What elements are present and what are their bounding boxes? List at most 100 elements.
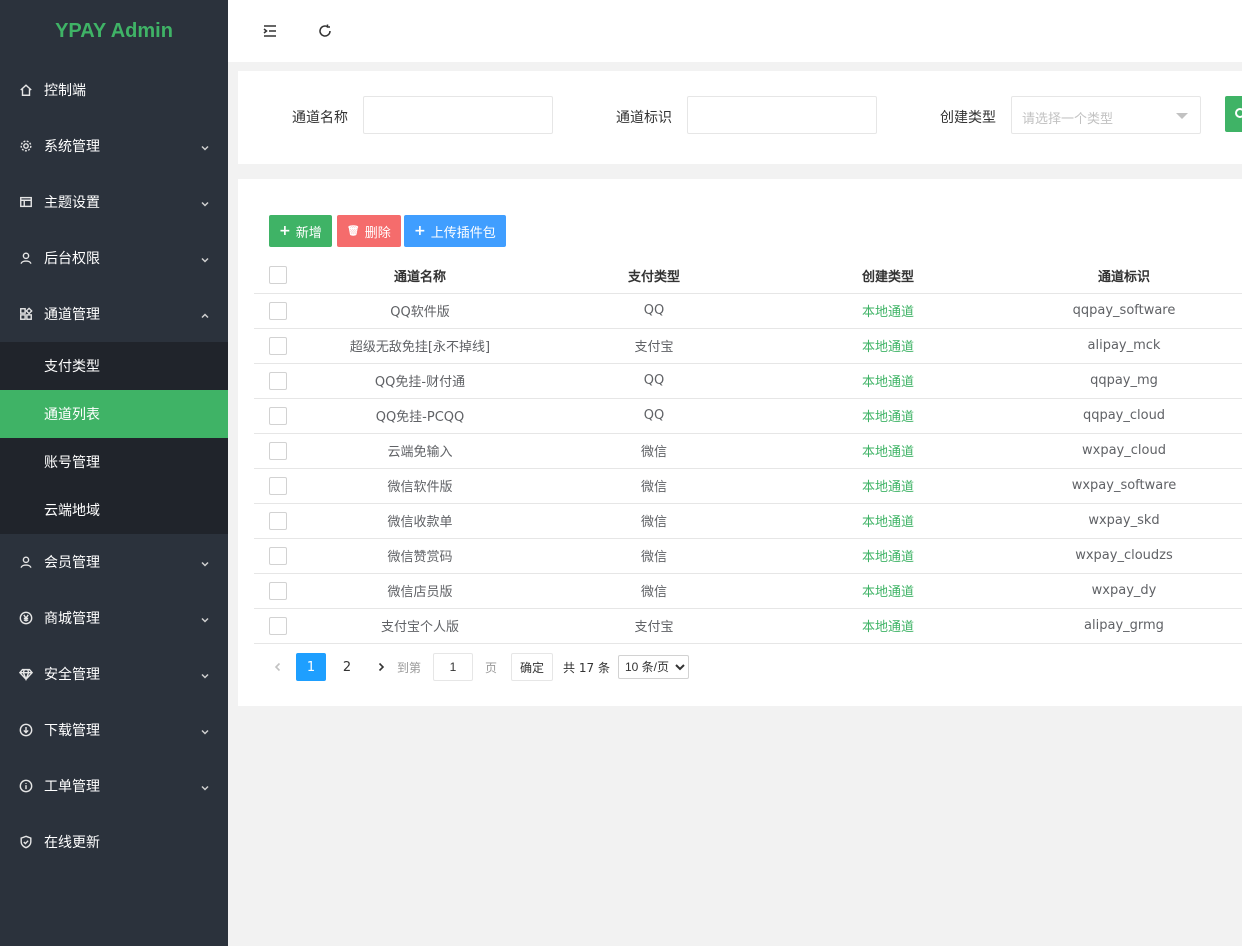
- table-row[interactable]: 云端免输入 微信 本地通道 wxpay_cloud: [254, 433, 1242, 469]
- sidebar-subitem-channel-list[interactable]: 通道列表: [0, 390, 228, 438]
- column-header-flag[interactable]: 通道标识: [1006, 258, 1242, 294]
- table-row[interactable]: 微信店员版 微信 本地通道 wxpay_dy: [254, 573, 1242, 609]
- table-row[interactable]: 支付宝个人版 支付宝 本地通道 alipay_grmg: [254, 608, 1242, 644]
- row-checkbox[interactable]: [269, 301, 287, 320]
- row-select-cell: [254, 293, 302, 329]
- sidebar-item-members[interactable]: 会员管理: [0, 534, 228, 590]
- refresh-button[interactable]: [313, 19, 337, 43]
- top-header: [228, 0, 1242, 62]
- chevron-down-icon: [200, 141, 210, 151]
- add-button-label: 新增: [295, 225, 322, 241]
- row-checkbox[interactable]: [269, 371, 287, 390]
- add-button[interactable]: + 新增: [269, 215, 332, 247]
- row-checkbox[interactable]: [269, 476, 287, 495]
- column-header-name[interactable]: 通道名称: [302, 258, 538, 294]
- goto-confirm-button[interactable]: 确定: [511, 653, 554, 681]
- channel-name-input[interactable]: [363, 96, 553, 134]
- cell-channel-name: QQ免挂-财付通: [302, 363, 538, 399]
- search-icon: [1235, 108, 1242, 118]
- download-icon: [18, 722, 34, 738]
- column-header-pay-type[interactable]: 支付类型: [538, 258, 770, 294]
- plus-icon: +: [279, 223, 291, 239]
- sidebar-item-downloads[interactable]: 下载管理: [0, 702, 228, 758]
- select-all-checkbox[interactable]: [269, 266, 287, 285]
- yen-icon: [18, 610, 34, 626]
- sidebar-item-security[interactable]: 安全管理: [0, 646, 228, 702]
- row-checkbox[interactable]: [269, 581, 287, 600]
- table-panel: + 新增 🗑 删除 + 上传插件包 通道名称 支付类型 创建类型 通道标识 QQ…: [238, 179, 1242, 706]
- row-select-cell: [254, 503, 302, 539]
- sidebar-item-label: 主题设置: [44, 195, 100, 211]
- grid-apps-icon: [18, 306, 34, 322]
- table-header-row: 通道名称 支付类型 创建类型 通道标识: [254, 258, 1242, 294]
- sidebar-item-tickets[interactable]: 工单管理: [0, 758, 228, 814]
- channel-table: 通道名称 支付类型 创建类型 通道标识 QQ软件版 QQ 本地通道 qqpay_sof…: [254, 258, 1242, 644]
- row-select-cell: [254, 468, 302, 504]
- row-checkbox[interactable]: [269, 406, 287, 425]
- table-row[interactable]: QQ软件版 QQ 本地通道 qqpay_software: [254, 293, 1242, 329]
- row-checkbox[interactable]: [269, 511, 287, 530]
- channel-flag-input[interactable]: [687, 96, 877, 134]
- cell-channel-flag: alipay_mck: [1006, 328, 1242, 364]
- shield-check-icon: [18, 834, 34, 850]
- sidebar-item-dashboard[interactable]: 控制端: [0, 62, 228, 118]
- channels-submenu: 支付类型 通道列表 账号管理 云端地域: [0, 342, 228, 534]
- chevron-down-icon: [200, 197, 210, 207]
- table-row[interactable]: QQ免挂-财付通 QQ 本地通道 qqpay_mg: [254, 363, 1242, 399]
- sidebar-subitem-accounts[interactable]: 账号管理: [0, 438, 228, 486]
- cell-create-type: 本地通道: [770, 608, 1006, 644]
- sidebar-item-permissions[interactable]: 后台权限: [0, 230, 228, 286]
- create-type-select[interactable]: 请选择一个类型: [1011, 96, 1201, 134]
- sidebar-subitem-cloud-regions[interactable]: 云端地域: [0, 486, 228, 534]
- table-row[interactable]: QQ免挂-PCQQ QQ 本地通道 qqpay_cloud: [254, 398, 1242, 434]
- cell-channel-name: 微信软件版: [302, 468, 538, 504]
- collapse-menu-button[interactable]: [258, 19, 282, 43]
- sidebar-item-online-update[interactable]: 在线更新: [0, 814, 228, 870]
- cell-create-type: 本地通道: [770, 433, 1006, 469]
- delete-button-label: 删除: [364, 225, 391, 241]
- search-button[interactable]: [1225, 96, 1242, 132]
- home-icon: [18, 82, 34, 98]
- table-row[interactable]: 超级无敌免挂[永不掉线] 支付宝 本地通道 alipay_mck: [254, 328, 1242, 364]
- table-row[interactable]: 微信软件版 微信 本地通道 wxpay_software: [254, 468, 1242, 504]
- prev-page-button[interactable]: [268, 653, 288, 681]
- channel-flag-label: 通道标识: [616, 110, 672, 126]
- cell-pay-type: 微信: [538, 573, 770, 609]
- row-checkbox[interactable]: [269, 336, 287, 355]
- chevron-right-icon: [378, 662, 385, 672]
- sidebar-subitem-pay-types[interactable]: 支付类型: [0, 342, 228, 390]
- page-2-button[interactable]: 2: [332, 653, 362, 681]
- cell-channel-name: 微信赞赏码: [302, 538, 538, 574]
- table-row[interactable]: 微信收款单 微信 本地通道 wxpay_skd: [254, 503, 1242, 539]
- sidebar-item-channels[interactable]: 通道管理: [0, 286, 228, 342]
- next-page-button[interactable]: [371, 653, 391, 681]
- cell-channel-flag: alipay_grmg: [1006, 608, 1242, 644]
- sidebar-item-system[interactable]: 系统管理: [0, 118, 228, 174]
- upload-plugin-button[interactable]: + 上传插件包: [404, 215, 506, 247]
- row-select-cell: [254, 433, 302, 469]
- page-1-button[interactable]: 1: [296, 653, 326, 681]
- cell-pay-type: QQ: [538, 363, 770, 399]
- sidebar-item-shop[interactable]: 商城管理: [0, 590, 228, 646]
- row-select-cell: [254, 573, 302, 609]
- pagination: 1 2 到第 页 确定 共 17 条 10 条/页: [268, 653, 689, 681]
- cell-channel-name: QQ免挂-PCQQ: [302, 398, 538, 434]
- cell-pay-type: 微信: [538, 433, 770, 469]
- sidebar-item-theme[interactable]: 主题设置: [0, 174, 228, 230]
- cell-create-type: 本地通道: [770, 398, 1006, 434]
- caret-down-icon: [1176, 113, 1188, 119]
- delete-button[interactable]: 🗑 删除: [337, 215, 401, 247]
- row-checkbox[interactable]: [269, 616, 287, 635]
- column-header-create-type[interactable]: 创建类型: [770, 258, 1006, 294]
- page-size-select[interactable]: 10 条/页: [617, 655, 689, 679]
- cell-create-type: 本地通道: [770, 328, 1006, 364]
- trash-icon: 🗑: [347, 225, 360, 237]
- chevron-down-icon: [200, 613, 210, 623]
- goto-page-input[interactable]: [433, 653, 474, 681]
- row-checkbox[interactable]: [269, 546, 287, 565]
- cell-channel-flag: wxpay_cloud: [1006, 433, 1242, 469]
- cell-channel-flag: qqpay_cloud: [1006, 398, 1242, 434]
- row-checkbox[interactable]: [269, 441, 287, 460]
- table-row[interactable]: 微信赞赏码 微信 本地通道 wxpay_cloudzs: [254, 538, 1242, 574]
- app-logo: YPAY Admin: [55, 19, 173, 42]
